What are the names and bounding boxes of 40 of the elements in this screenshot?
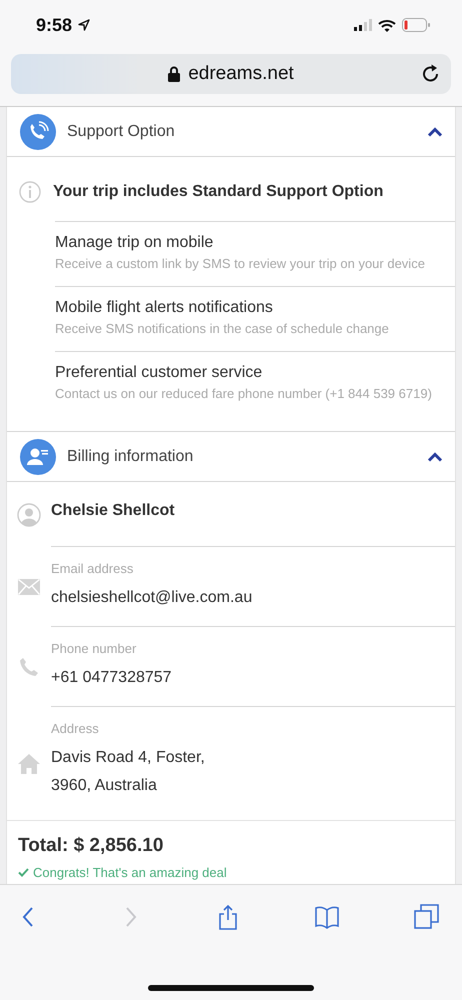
field-label: Address [51,721,100,736]
field-value: 3960, Australia [51,776,158,796]
url-text: edreams.net [188,63,294,85]
battery-icon [402,18,430,32]
total-price: Total: $ 2,856.10 [18,835,164,857]
field-value: Davis Road 4, Foster, [51,748,206,768]
feature-description: Contact us on our reduced fare phone number (+1 844 539 6719) [55,385,433,403]
feature-title: Preferential customer service [55,364,264,382]
address-bar[interactable]: edreams.net [11,54,451,94]
section-title: Support Option [67,122,176,140]
chevron-up-icon[interactable] [427,452,443,462]
contact-card-icon [20,438,56,474]
deal-message: Congrats! That's an amazing deal [33,865,227,880]
feature-description: Receive SMS notifications in the case of schedule change [55,320,390,338]
field-label: Email address [51,561,134,576]
check-icon [18,868,29,877]
tabs-icon[interactable] [414,904,440,930]
envelope-icon [18,579,40,595]
signal-icon [354,19,372,31]
field-value: chelsieshellcot@live.com.au [51,588,254,608]
chevron-up-icon[interactable] [427,126,443,136]
lock-icon [168,66,180,82]
info-icon [19,181,41,203]
clock-time: 9:58 [36,14,72,36]
field-label: Phone number [51,641,138,656]
house-icon [18,754,40,774]
feature-description: Receive a custom link by SMS to review your trip on your device [55,255,426,273]
book-icon[interactable] [315,904,341,930]
location-arrow-icon [78,19,90,31]
feature-title: Manage trip on mobile [55,234,214,252]
phone-icon [19,657,39,677]
wifi-icon [378,18,396,32]
section-title: Billing information [67,448,194,466]
person-icon [17,502,41,526]
field-value: +61 0477328757 [51,668,173,688]
reload-icon[interactable] [421,64,441,84]
phone-icon [20,114,56,150]
customer-name: Chelsie Shellcot [51,501,176,521]
support-headline: Your trip includes Standard Support Option [53,183,384,201]
feature-title: Mobile flight alerts notifications [55,299,274,317]
